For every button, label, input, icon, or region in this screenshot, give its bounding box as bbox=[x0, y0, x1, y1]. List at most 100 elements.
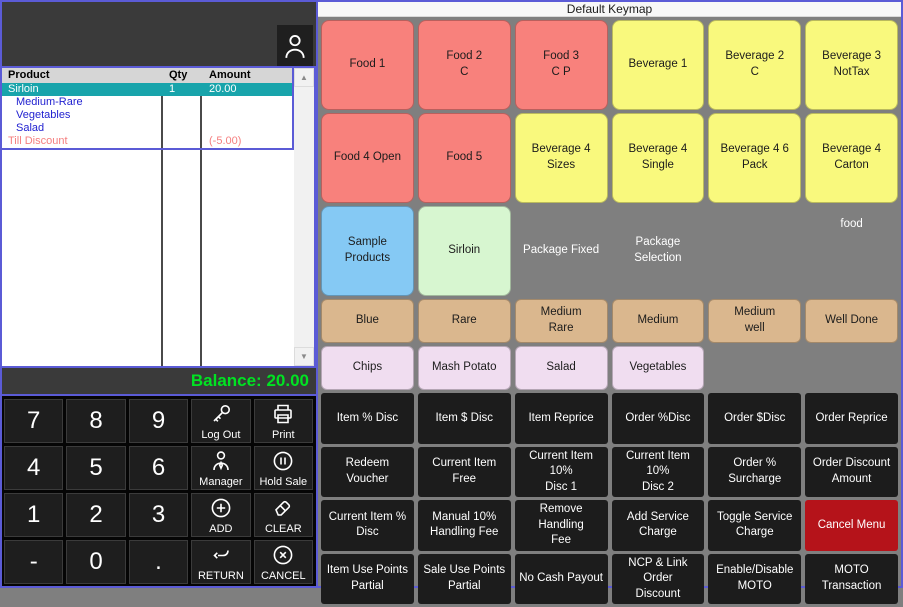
digit-6-button[interactable]: 6 bbox=[129, 446, 188, 490]
digit-4-button[interactable]: 4 bbox=[4, 446, 63, 490]
order-row-modifier[interactable]: Vegetables bbox=[2, 109, 292, 122]
keymap-button-medium-well[interactable]: Medium well bbox=[708, 299, 801, 343]
empty-cell bbox=[708, 346, 801, 390]
function-item-percent-disc[interactable]: Item % Disc bbox=[321, 393, 414, 444]
cancel-menu-button[interactable]: Cancel Menu bbox=[805, 500, 898, 551]
function-item-reprice[interactable]: Item Reprice bbox=[515, 393, 608, 444]
function-order-reprice[interactable]: Order Reprice bbox=[805, 393, 898, 444]
order-table-header: Product Qty Amount bbox=[2, 68, 292, 83]
keymap-button-well-done[interactable]: Well Done bbox=[805, 299, 898, 343]
digit-7-button[interactable]: 7 bbox=[4, 399, 63, 443]
keymap-button-package-fixed[interactable]: Package Fixed bbox=[515, 206, 608, 296]
balance-value: Balance: 20.00 bbox=[191, 371, 309, 391]
keymap-button-salad[interactable]: Salad bbox=[515, 346, 608, 390]
function-order-discount-amount[interactable]: Order Discount Amount bbox=[805, 447, 898, 498]
add-button[interactable]: ADD bbox=[191, 493, 250, 537]
digit-8-button[interactable]: 8 bbox=[66, 399, 125, 443]
hold-sale-label: Hold Sale bbox=[259, 476, 307, 488]
keymap-button-food-2[interactable]: Food 2 C bbox=[418, 20, 511, 110]
function-redeem-voucher[interactable]: Redeem Voucher bbox=[321, 447, 414, 498]
column-header-qty: Qty bbox=[163, 69, 202, 82]
scroll-up-icon[interactable]: ▲ bbox=[294, 68, 314, 87]
digit-3-button[interactable]: 3 bbox=[129, 493, 188, 537]
manager-button[interactable]: Manager bbox=[191, 446, 250, 490]
order-row-modifier[interactable]: Medium-Rare bbox=[2, 96, 292, 109]
logout-button[interactable]: Log Out bbox=[191, 399, 250, 443]
order-row-till-discount[interactable]: Till Discount (-5.00) bbox=[2, 135, 292, 148]
keymap-group-label-food: food bbox=[805, 206, 898, 296]
keymap-button-beverage-4-6-pack[interactable]: Beverage 4 6 Pack bbox=[708, 113, 801, 203]
user-button[interactable] bbox=[277, 25, 313, 66]
keymap-button-beverage-4-carton[interactable]: Beverage 4 Carton bbox=[805, 113, 898, 203]
keymap-button-medium-rare[interactable]: Medium Rare bbox=[515, 299, 608, 343]
function-no-cash-payout[interactable]: No Cash Payout bbox=[515, 554, 608, 605]
x-circle-icon bbox=[271, 543, 295, 567]
empty-cell bbox=[805, 346, 898, 390]
keymap-button-food-4-open[interactable]: Food 4 Open bbox=[321, 113, 414, 203]
function-order-dollar-disc[interactable]: Order $Disc bbox=[708, 393, 801, 444]
keymap-button-chips[interactable]: Chips bbox=[321, 346, 414, 390]
order-row-product: Medium-Rare bbox=[2, 96, 163, 109]
order-table: Product Qty Amount Sirloin 1 20.00 Mediu… bbox=[2, 68, 294, 366]
digit-0-button[interactable]: 0 bbox=[66, 540, 125, 584]
function-enable-disable-moto[interactable]: Enable/Disable MOTO bbox=[708, 554, 801, 605]
keymap-button-vegetables[interactable]: Vegetables bbox=[612, 346, 705, 390]
function-current-item-10-disc-2[interactable]: Current Item 10% Disc 2 bbox=[612, 447, 705, 498]
balance-bar: Balance: 20.00 bbox=[2, 368, 316, 396]
scroll-down-icon[interactable]: ▼ bbox=[294, 347, 314, 366]
order-row-product: Vegetables bbox=[2, 109, 163, 122]
keymap-button-rare[interactable]: Rare bbox=[418, 299, 511, 343]
function-moto-transaction[interactable]: MOTO Transaction bbox=[805, 554, 898, 605]
digit-9-button[interactable]: 9 bbox=[129, 399, 188, 443]
keymap-button-food-1[interactable]: Food 1 bbox=[321, 20, 414, 110]
order-row-sirloin[interactable]: Sirloin 1 20.00 bbox=[2, 83, 292, 96]
digit-1-button[interactable]: 1 bbox=[4, 493, 63, 537]
function-ncp-link-order-discount[interactable]: NCP & Link Order Discount bbox=[612, 554, 705, 605]
order-scrollbar[interactable]: ▲ ▼ bbox=[294, 68, 314, 366]
minus-button[interactable]: - bbox=[4, 540, 63, 584]
digit-2-button[interactable]: 2 bbox=[66, 493, 125, 537]
keymap-button-medium[interactable]: Medium bbox=[612, 299, 705, 343]
keymap-button-beverage-4-single[interactable]: Beverage 4 Single bbox=[612, 113, 705, 203]
cancel-button[interactable]: CANCEL bbox=[254, 540, 313, 584]
digit-5-button[interactable]: 5 bbox=[66, 446, 125, 490]
keymap-button-package-selection[interactable]: Package Selection bbox=[612, 206, 705, 296]
keymap-button-food-5[interactable]: Food 5 bbox=[418, 113, 511, 203]
keypad: 7 8 9 Log Out Print bbox=[2, 396, 316, 586]
function-remove-handling-fee[interactable]: Remove Handling Fee bbox=[515, 500, 608, 551]
eraser-icon bbox=[271, 496, 295, 520]
keymap-button-food-3[interactable]: Food 3 C P bbox=[515, 20, 608, 110]
function-add-service-charge[interactable]: Add Service Charge bbox=[612, 500, 705, 551]
function-toggle-service-charge[interactable]: Toggle Service Charge bbox=[708, 500, 801, 551]
empty-cell bbox=[708, 206, 801, 296]
keymap-button-sample-products[interactable]: Sample Products bbox=[321, 206, 414, 296]
function-manual-10-handling-fee[interactable]: Manual 10% Handling Fee bbox=[418, 500, 511, 551]
keymap-button-beverage-1[interactable]: Beverage 1 bbox=[612, 20, 705, 110]
plus-circle-icon bbox=[209, 496, 233, 520]
keymap-button-beverage-3[interactable]: Beverage 3 NotTax bbox=[805, 20, 898, 110]
return-button[interactable]: RETURN bbox=[191, 540, 250, 584]
function-order-percent-disc[interactable]: Order %Disc bbox=[612, 393, 705, 444]
function-current-item-free[interactable]: Current Item Free bbox=[418, 447, 511, 498]
decimal-button[interactable]: . bbox=[129, 540, 188, 584]
column-header-amount: Amount bbox=[202, 69, 292, 82]
order-row-modifier[interactable]: Salad bbox=[2, 122, 292, 135]
keymap-button-mash-potato[interactable]: Mash Potato bbox=[418, 346, 511, 390]
hold-sale-button[interactable]: Hold Sale bbox=[254, 446, 313, 490]
keymap-button-sirloin[interactable]: Sirloin bbox=[418, 206, 511, 296]
keymap-button-beverage-4-sizes[interactable]: Beverage 4 Sizes bbox=[515, 113, 608, 203]
keymap-button-blue[interactable]: Blue bbox=[321, 299, 414, 343]
function-order-percent-surcharge[interactable]: Order % Surcharge bbox=[708, 447, 801, 498]
manager-person-icon bbox=[209, 449, 233, 473]
print-button[interactable]: Print bbox=[254, 399, 313, 443]
function-sale-use-points-partial[interactable]: Sale Use Points Partial bbox=[418, 554, 511, 605]
clear-button[interactable]: CLEAR bbox=[254, 493, 313, 537]
function-item-use-points-partial[interactable]: Item Use Points Partial bbox=[321, 554, 414, 605]
function-current-item-percent-disc[interactable]: Current Item % Disc bbox=[321, 500, 414, 551]
function-current-item-10-disc-1[interactable]: Current Item 10% Disc 1 bbox=[515, 447, 608, 498]
order-table-region: Product Qty Amount Sirloin 1 20.00 Mediu… bbox=[2, 66, 316, 368]
printer-icon bbox=[271, 402, 295, 426]
function-item-dollar-disc[interactable]: Item $ Disc bbox=[418, 393, 511, 444]
keymap-button-beverage-2[interactable]: Beverage 2 C bbox=[708, 20, 801, 110]
order-row-qty: 1 bbox=[163, 83, 202, 96]
